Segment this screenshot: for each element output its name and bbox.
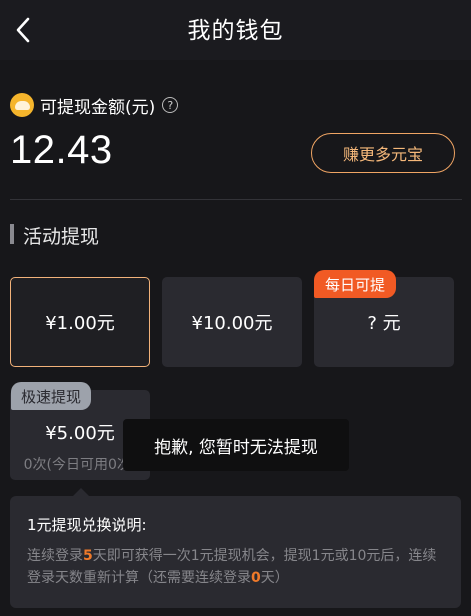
top-bar: 我的钱包 — [0, 0, 471, 60]
option-label: ¥5.00元 — [45, 423, 115, 444]
login-days-required: 5 — [83, 548, 93, 564]
balance-amount: 12.43 — [10, 128, 113, 172]
info-text-part: 天） — [260, 570, 289, 586]
info-text-part: 连续登录 — [27, 548, 83, 564]
withdraw-option-10[interactable]: ¥10.00元 — [162, 277, 302, 367]
option-label: ? 元 — [367, 313, 401, 334]
earn-more-button[interactable]: 赚更多元宝 — [311, 133, 455, 173]
divider — [10, 199, 462, 200]
option-label: ¥10.00元 — [191, 313, 273, 334]
option-label: ¥1.00元 — [45, 313, 115, 334]
fast-badge: 极速提现 — [11, 382, 92, 410]
coin-icon — [10, 93, 34, 117]
daily-badge: 每日可提 — [314, 270, 397, 298]
info-panel: 1元提现兑换说明: 连续登录5天即可获得一次1元提现机会，提现1元或10元后，连… — [10, 496, 461, 608]
login-days-remaining: 0 — [251, 570, 261, 586]
section-title: 活动提现 — [23, 226, 100, 248]
page-title: 我的钱包 — [187, 18, 284, 44]
toast-message: 抱歉, 您暂时无法提现 — [123, 419, 349, 471]
question-circle-icon[interactable]: ? — [162, 97, 179, 113]
withdraw-option-1[interactable]: ¥1.00元 — [10, 277, 150, 367]
balance-label: 可提现金额(元) — [40, 97, 156, 118]
balance-label-row: 可提现金额(元) ? — [10, 92, 179, 118]
section-marker — [10, 224, 14, 244]
info-title: 1元提现兑换说明: — [27, 516, 147, 534]
info-text: 连续登录5天即可获得一次1元提现机会，提现1元或10元后，连续登录天数重新计算（… — [27, 545, 447, 589]
